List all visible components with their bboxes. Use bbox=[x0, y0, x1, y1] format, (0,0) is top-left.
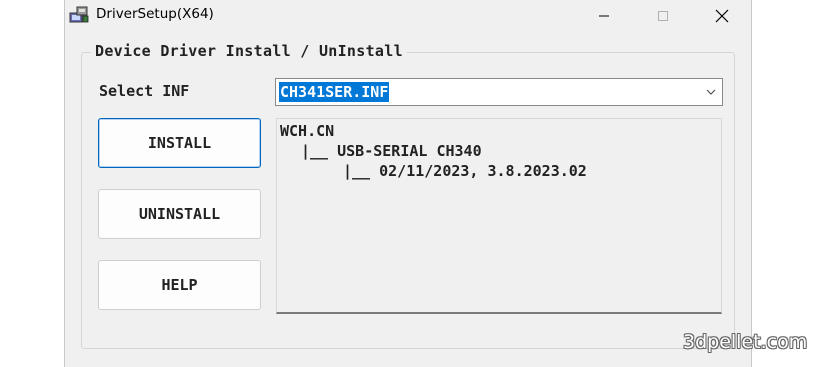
help-button[interactable]: HELP bbox=[98, 260, 261, 310]
install-button[interactable]: INSTALL bbox=[98, 118, 261, 168]
title-bar[interactable]: DriverSetup(X64) bbox=[65, 0, 751, 31]
close-button[interactable] bbox=[699, 0, 745, 31]
uninstall-button[interactable]: UNINSTALL bbox=[98, 189, 261, 239]
driver-setup-icon bbox=[69, 6, 89, 23]
inf-select-value: CH341SER.INF bbox=[279, 82, 390, 102]
window-title: DriverSetup(X64) bbox=[96, 6, 214, 22]
select-inf-label: Select INF bbox=[99, 82, 190, 100]
close-icon bbox=[715, 9, 729, 22]
tree-device: |__ USB-SERIAL CH340 bbox=[301, 142, 482, 160]
maximize-icon bbox=[658, 10, 668, 21]
minimize-button[interactable] bbox=[581, 0, 627, 31]
maximize-button[interactable] bbox=[640, 0, 686, 31]
minimize-icon bbox=[599, 15, 609, 16]
site-watermark: 3dpellet.com bbox=[683, 331, 808, 353]
driver-setup-window: DriverSetup(X64) Device Driver Install /… bbox=[64, 0, 752, 367]
inf-select-dropdown[interactable]: CH341SER.INF bbox=[275, 78, 723, 106]
tree-version: |__ 02/11/2023, 3.8.2023.02 bbox=[343, 162, 587, 180]
tree-vendor: WCH.CN bbox=[280, 122, 335, 140]
driver-info-tree: WCH.CN |__ USB-SERIAL CH340 |__ 02/11/20… bbox=[276, 118, 722, 314]
chevron-down-icon[interactable] bbox=[706, 88, 716, 96]
group-legend: Device Driver Install / UnInstall bbox=[91, 42, 407, 60]
